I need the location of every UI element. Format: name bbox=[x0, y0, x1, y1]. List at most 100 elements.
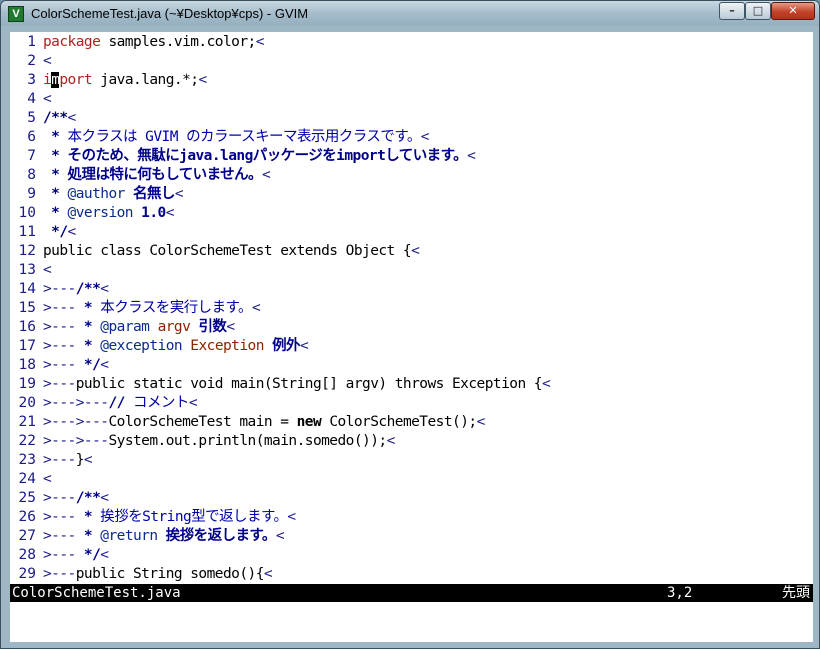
code-token: 挨拶を返します。 bbox=[157, 528, 277, 544]
code-line[interactable]: 12 public class ColorSchemeTest extends O… bbox=[10, 242, 420, 261]
code-token: < bbox=[100, 357, 109, 373]
code-line[interactable]: 26 >--- * 挨拶をString型で返します。< bbox=[10, 508, 297, 527]
code-token: < bbox=[43, 53, 52, 69]
line-number: 24 bbox=[18, 471, 36, 487]
line-number: 4 bbox=[27, 91, 36, 107]
code-line[interactable]: 19 >---public static void main(String[] a… bbox=[10, 375, 551, 394]
code-token: < bbox=[263, 566, 273, 582]
code-line[interactable]: 5 /**< bbox=[10, 109, 76, 128]
line-number: 6 bbox=[27, 129, 36, 145]
code-line[interactable]: 6 * 本クラスは GVIM のカラースキーマ表示用クラスです。< bbox=[10, 128, 429, 147]
code-token: samples.vim.color; bbox=[100, 34, 256, 50]
code-line[interactable]: 3 import java.lang.*;< bbox=[10, 71, 207, 90]
code-line[interactable]: 18 >--- */< bbox=[10, 356, 110, 375]
code-token: * bbox=[75, 509, 101, 525]
code-token: < bbox=[100, 281, 109, 297]
code-token: >--- bbox=[43, 300, 76, 316]
code-line[interactable]: 20 >--->---// コメント< bbox=[10, 394, 198, 413]
code-token: // bbox=[108, 395, 133, 411]
code-line[interactable]: 13 < bbox=[10, 261, 52, 280]
code-token: * bbox=[75, 528, 101, 544]
code-token: * そのため、無駄にjava.langパッケージをimportしています。 bbox=[43, 148, 468, 164]
code-token: public String somedo(){ bbox=[75, 566, 265, 582]
code-token: < bbox=[100, 490, 109, 506]
code-line[interactable]: 14 >---/**< bbox=[10, 280, 110, 299]
line-number: 2 bbox=[27, 53, 36, 69]
code-token: /** bbox=[75, 281, 101, 297]
code-token: * bbox=[75, 300, 101, 316]
code-token: 例外 bbox=[263, 338, 300, 354]
line-number: 9 bbox=[27, 186, 36, 202]
line-number: 18 bbox=[18, 357, 36, 373]
status-filename: ColorSchemeTest.java bbox=[12, 585, 181, 601]
code-line[interactable]: 25 >---/**< bbox=[10, 489, 110, 508]
code-line[interactable]: 1 package samples.vim.color;< bbox=[10, 33, 264, 52]
code-token: < bbox=[300, 338, 309, 354]
minimize-button[interactable]: – bbox=[719, 2, 745, 20]
code-token: < bbox=[198, 72, 207, 88]
code-token: >--->--- bbox=[43, 395, 109, 411]
code-token: < bbox=[43, 471, 52, 487]
line-number: 13 bbox=[18, 262, 36, 278]
line-number: 19 bbox=[18, 376, 36, 392]
code-line[interactable]: 23 >---}< bbox=[10, 451, 93, 470]
line-number: 1 bbox=[27, 34, 36, 50]
code-token: < bbox=[174, 186, 184, 202]
code-token: * bbox=[43, 186, 68, 202]
code-token: /** bbox=[75, 490, 101, 506]
code-token: 1.0 bbox=[133, 205, 166, 221]
gvim-icon[interactable]: V bbox=[8, 6, 24, 22]
line-number: 5 bbox=[27, 110, 36, 126]
code-line[interactable]: 29 >---public String somedo(){< bbox=[10, 565, 273, 584]
code-line[interactable]: 28 >--- */< bbox=[10, 546, 110, 565]
code-token: */ bbox=[75, 547, 101, 563]
gvim-window: V ColorSchemeTest.java (~¥Desktop¥cps) -… bbox=[0, 0, 820, 649]
line-number: 15 bbox=[18, 300, 36, 316]
code-token: コメント bbox=[133, 395, 189, 411]
code-token: < bbox=[287, 509, 296, 525]
code-line[interactable]: 24 < bbox=[10, 470, 52, 489]
code-line[interactable]: 17 >--- * @exception Exception 例外< bbox=[10, 337, 309, 356]
code-line[interactable]: 8 * 処理は特に何もしていません。< bbox=[10, 166, 270, 185]
code-token: < bbox=[83, 452, 93, 468]
line-number: 28 bbox=[18, 547, 36, 563]
code-token: < bbox=[100, 547, 109, 563]
status-line: ColorSchemeTest.java 3,2 先頭 bbox=[10, 584, 813, 602]
code-token: @return bbox=[100, 528, 158, 544]
command-line[interactable] bbox=[10, 602, 813, 642]
close-button[interactable]: ✕ bbox=[771, 2, 815, 20]
code-line[interactable]: 4 < bbox=[10, 90, 51, 109]
code-line[interactable]: 11 */< bbox=[10, 223, 77, 242]
code-token: * 処理は特に何もしていません。 bbox=[43, 167, 262, 183]
code-token: * bbox=[43, 129, 68, 145]
code-token: >--- bbox=[43, 338, 76, 354]
code-line[interactable]: 16 >--- * @param argv 引数< bbox=[10, 318, 236, 337]
code-line[interactable]: 2 < bbox=[10, 52, 51, 71]
title-bar[interactable]: V ColorSchemeTest.java (~¥Desktop¥cps) -… bbox=[1, 1, 819, 26]
code-line[interactable]: 15 >--- * 本クラスを実行します。< bbox=[10, 299, 261, 318]
line-number: 25 bbox=[18, 490, 36, 506]
line-number: 3 bbox=[27, 72, 36, 88]
code-token: @exception bbox=[100, 338, 183, 354]
line-number: 11 bbox=[18, 224, 36, 240]
code-token: >--- bbox=[43, 376, 76, 392]
code-line[interactable]: 9 * @author 名無し< bbox=[10, 185, 183, 204]
status-scroll-position: 先頭 bbox=[782, 585, 810, 601]
code-line[interactable]: 27 >--- * @return 挨拶を返します。< bbox=[10, 527, 285, 546]
code-token: < bbox=[467, 148, 476, 164]
line-number: 21 bbox=[18, 414, 36, 430]
code-token: >--- bbox=[43, 509, 76, 525]
code-token: >--- bbox=[43, 452, 76, 468]
code-line[interactable]: 22 >--->---System.out.println(main.somedo… bbox=[10, 432, 396, 451]
code-line[interactable]: 7 * そのため、無駄にjava.langパッケージをimportしています。< bbox=[10, 147, 476, 166]
code-token: < bbox=[411, 243, 420, 259]
line-number: 29 bbox=[18, 566, 36, 582]
code-line[interactable]: 10 * @version 1.0< bbox=[10, 204, 175, 223]
code-token: */ bbox=[43, 224, 68, 240]
code-token: new bbox=[296, 414, 322, 430]
code-token: java.lang.*; bbox=[92, 72, 199, 88]
code-line[interactable]: 21 >--->---ColorSchemeTest main = new Col… bbox=[10, 413, 486, 432]
editor-text-area[interactable]: 1 package samples.vim.color;< 2 <3 import ja… bbox=[10, 32, 813, 584]
maximize-button[interactable]: □ bbox=[745, 2, 771, 20]
